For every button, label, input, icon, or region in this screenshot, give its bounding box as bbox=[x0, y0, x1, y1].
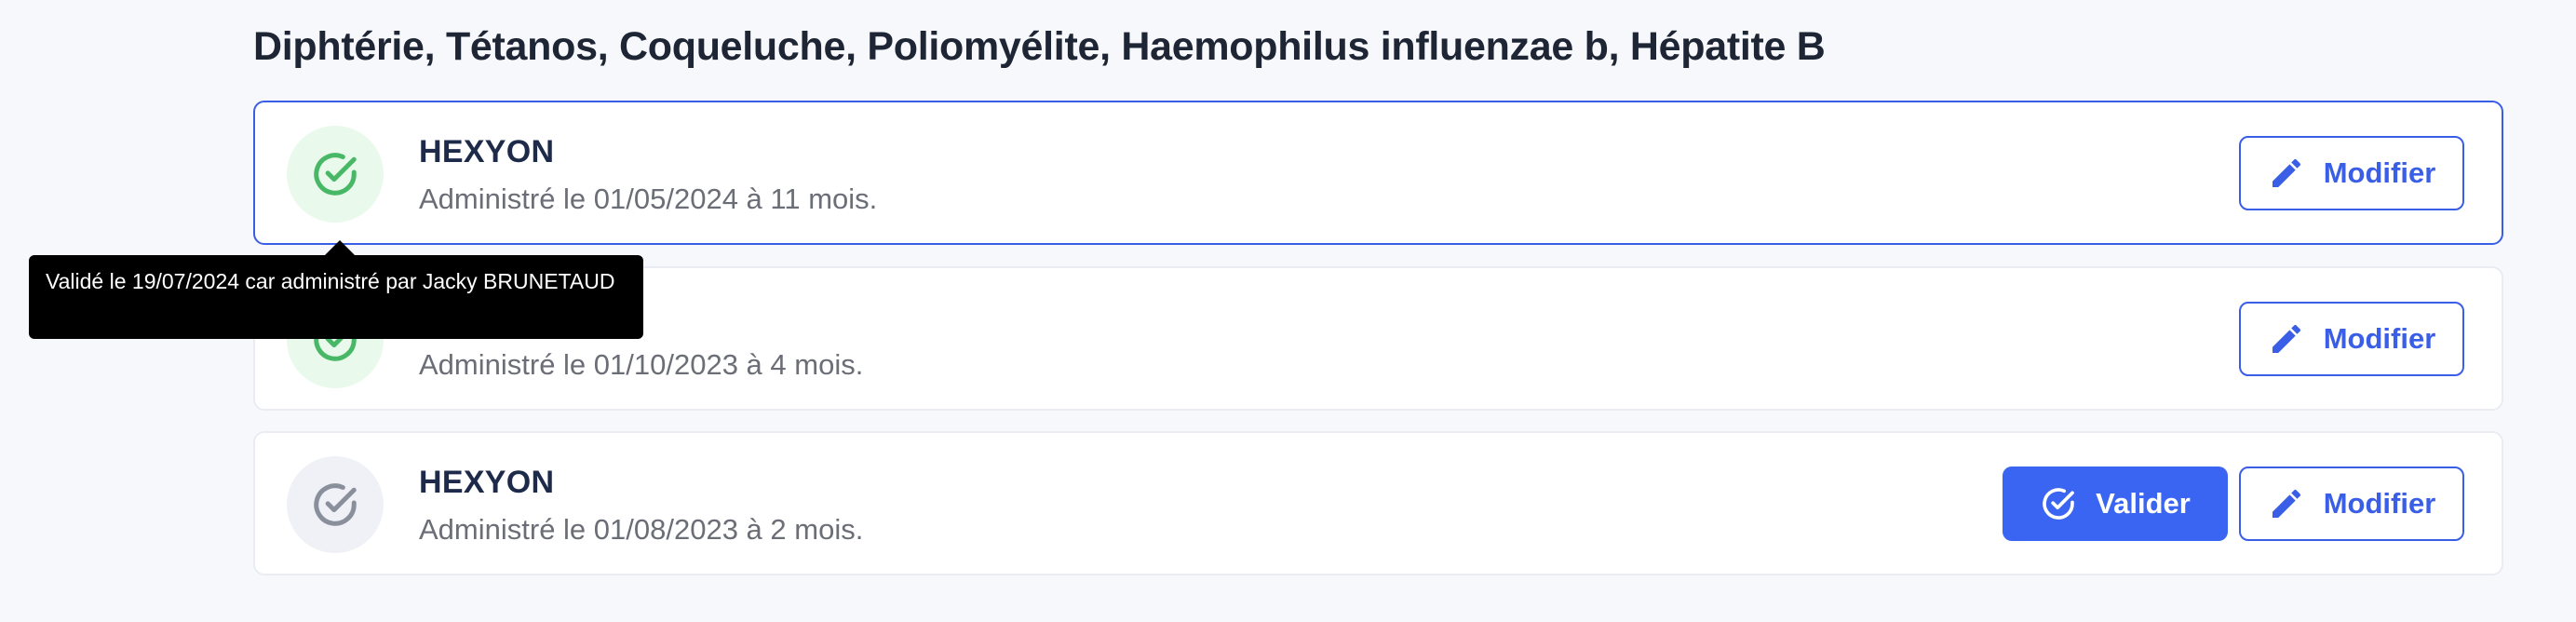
tooltip-arrow bbox=[324, 240, 356, 256]
section-title: Diphtérie, Tétanos, Coqueluche, Poliomyé… bbox=[253, 24, 1826, 69]
pencil-icon bbox=[2272, 489, 2300, 518]
validate-button-label: Valider bbox=[2096, 487, 2191, 520]
edit-button-label: Modifier bbox=[2323, 487, 2436, 520]
validated-status-icon[interactable] bbox=[287, 126, 384, 223]
vaccination-card: HEXYON Administré le 01/08/2023 à 2 mois… bbox=[253, 431, 2503, 575]
edit-button[interactable]: Modifier bbox=[2239, 302, 2464, 376]
pencil-icon bbox=[2272, 158, 2300, 187]
validation-tooltip: Validé le 19/07/2024 car administré par … bbox=[29, 255, 643, 339]
vaccine-name: HEXYON bbox=[419, 465, 555, 500]
administration-detail: Administré le 01/05/2024 à 11 mois. bbox=[419, 183, 878, 215]
check-circle-icon bbox=[314, 153, 357, 196]
vaccination-card: HEXYON Administré le 01/05/2024 à 11 moi… bbox=[253, 101, 2503, 245]
edit-button-label: Modifier bbox=[2323, 322, 2436, 355]
check-circle-icon bbox=[314, 483, 357, 526]
administration-detail: Administré le 01/08/2023 à 2 mois. bbox=[419, 513, 864, 546]
check-circle-icon bbox=[2043, 488, 2074, 520]
validate-button[interactable]: Valider bbox=[2003, 466, 2228, 541]
pencil-icon bbox=[2272, 324, 2300, 353]
vaccine-name: HEXYON bbox=[419, 134, 555, 169]
edit-button-label: Modifier bbox=[2323, 156, 2436, 189]
administration-detail: Administré le 01/10/2023 à 4 mois. bbox=[419, 348, 864, 381]
pending-status-icon bbox=[287, 456, 384, 553]
edit-button[interactable]: Modifier bbox=[2239, 136, 2464, 210]
edit-button[interactable]: Modifier bbox=[2239, 466, 2464, 541]
